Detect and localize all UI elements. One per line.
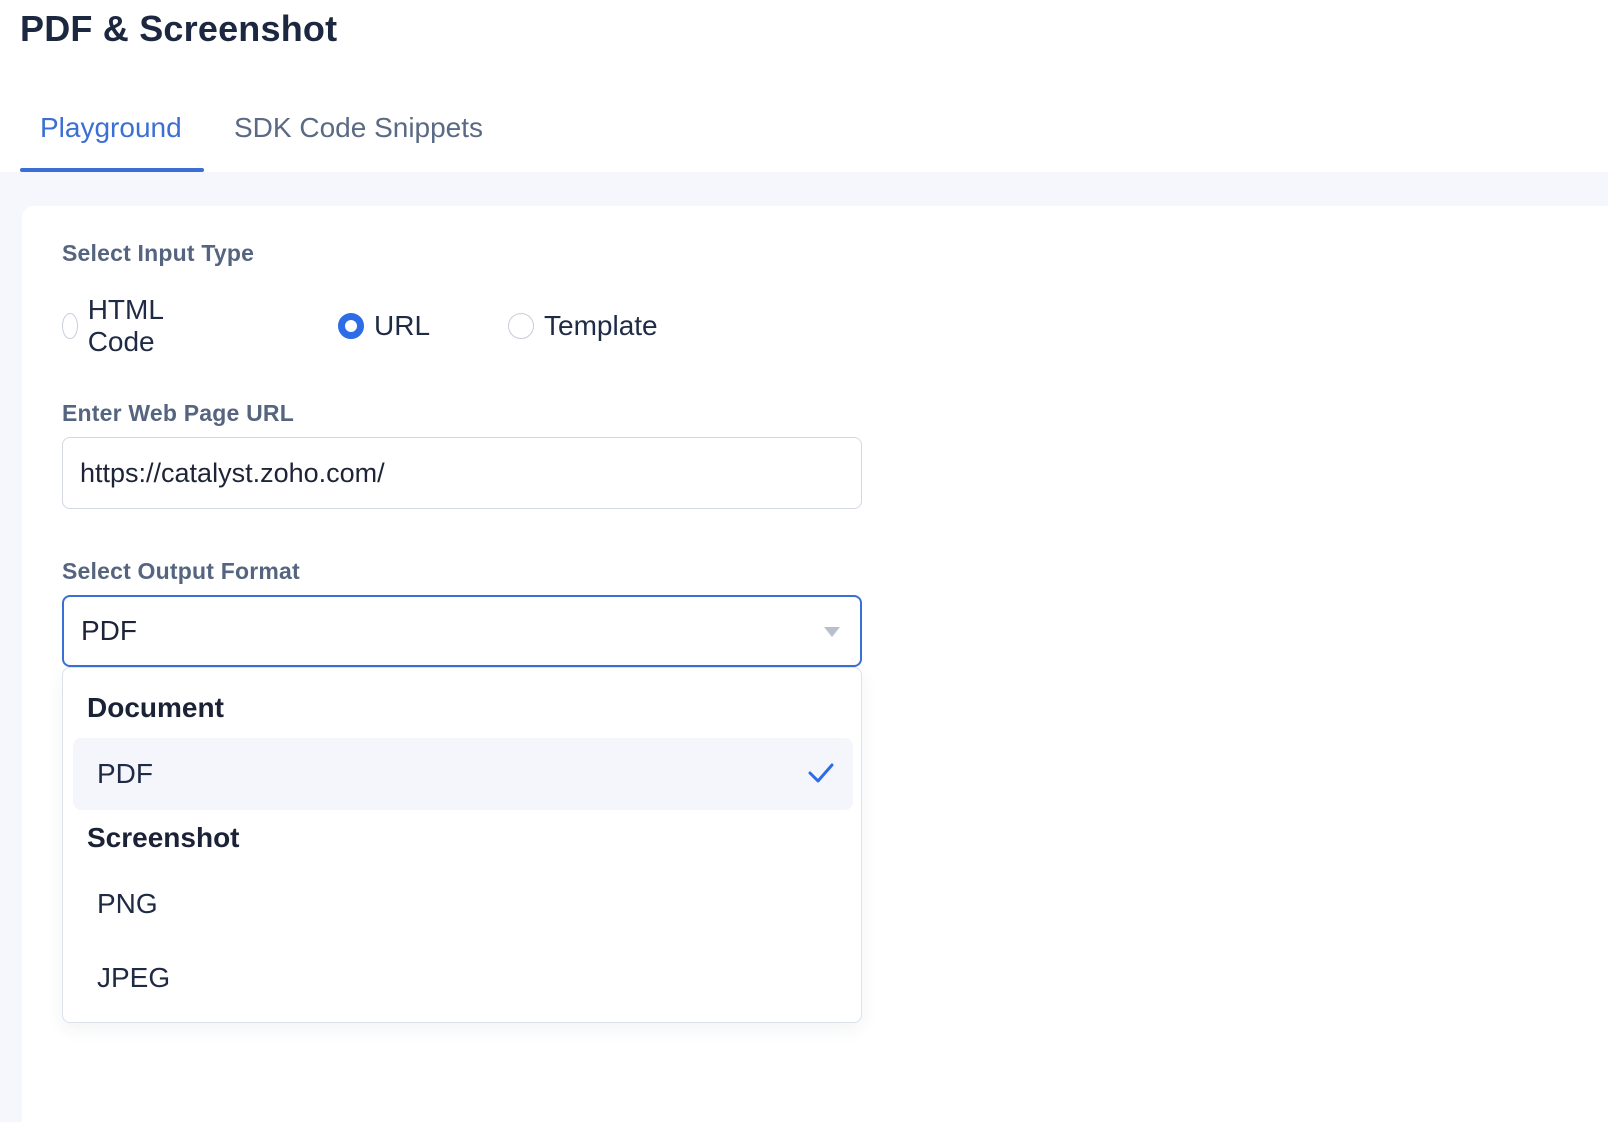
output-format-dropdown: Document PDF Screenshot PNG JPEG <box>62 667 862 1023</box>
radio-label: Template <box>544 310 658 341</box>
group-title-document: Document <box>87 692 224 723</box>
tab-bar: Playground SDK Code Snippets <box>0 90 1608 172</box>
output-format-label: Select Output Format <box>62 558 300 584</box>
page-title: PDF & Screenshot <box>20 8 338 49</box>
radio-template[interactable]: Template <box>508 304 658 348</box>
radio-circle <box>508 313 534 339</box>
radio-label: HTML Code <box>87 294 163 357</box>
option-label: JPEG <box>97 962 171 993</box>
url-label: Enter Web Page URL <box>62 400 294 426</box>
input-type-label: Select Input Type <box>62 240 255 266</box>
group-title-screenshot: Screenshot <box>87 822 240 853</box>
radio-circle-checked <box>338 313 364 339</box>
option-label: PNG <box>97 888 158 919</box>
page: PDF & Screenshot Playground SDK Code Sni… <box>0 0 1608 1122</box>
radio-url[interactable]: URL <box>338 304 430 348</box>
tab-playground[interactable]: Playground <box>20 90 202 172</box>
option-png[interactable]: PNG <box>73 868 853 940</box>
radio-html-code[interactable]: HTML Code <box>62 294 173 357</box>
url-input[interactable] <box>62 437 862 509</box>
option-label: PDF <box>97 758 153 789</box>
radio-circle <box>62 313 78 339</box>
selected-value: PDF <box>81 615 137 646</box>
option-pdf[interactable]: PDF <box>73 738 853 810</box>
output-format-select[interactable]: PDF <box>62 595 862 667</box>
check-icon <box>808 763 834 783</box>
radio-label: URL <box>374 310 431 341</box>
option-jpeg[interactable]: JPEG <box>73 942 853 1014</box>
chevron-down-icon <box>824 627 840 637</box>
tab-sdk-code-snippets[interactable]: SDK Code Snippets <box>214 90 503 172</box>
